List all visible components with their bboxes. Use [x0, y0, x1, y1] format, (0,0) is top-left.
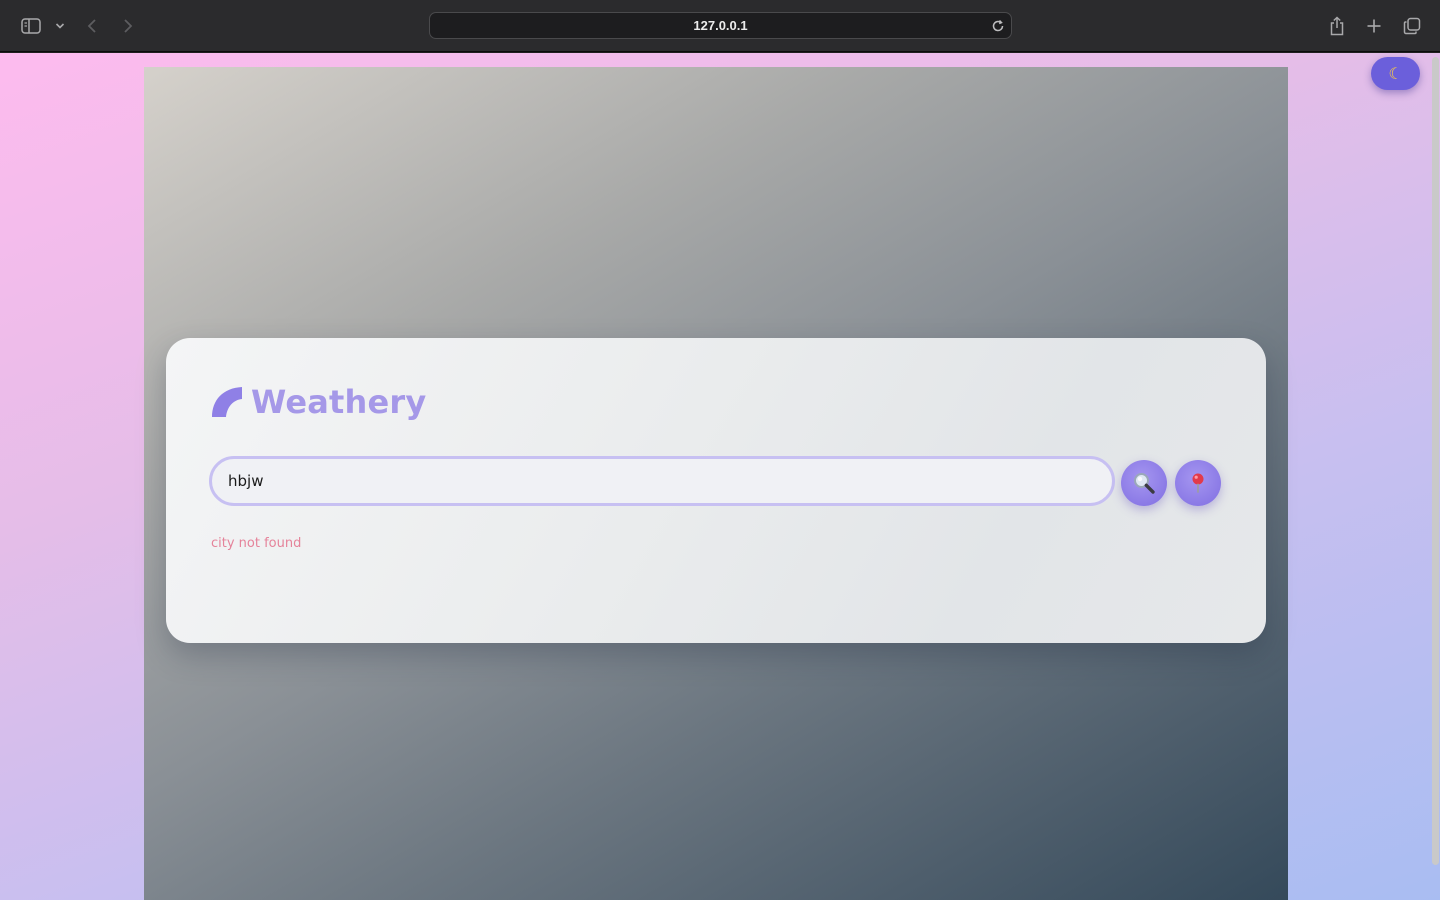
search-button[interactable]	[1121, 460, 1167, 506]
tab-overview-icon[interactable]	[1399, 13, 1425, 39]
forward-arrow-icon[interactable]	[118, 13, 138, 39]
moon-icon: ☾	[1388, 63, 1403, 83]
brand: Weathery	[211, 382, 426, 422]
address-bar[interactable]: 127.0.0.1	[429, 12, 1012, 39]
search-card: Weathery city not found	[166, 338, 1266, 643]
share-icon[interactable]	[1325, 13, 1349, 39]
scrollbar-thumb[interactable]	[1432, 57, 1439, 865]
brand-name: Weathery	[251, 383, 427, 421]
page-viewport: Weathery city not found ☾	[0, 53, 1440, 900]
location-button[interactable]	[1175, 460, 1221, 506]
city-search-input[interactable]	[209, 456, 1115, 506]
pin-icon	[1192, 473, 1204, 493]
new-tab-icon[interactable]	[1362, 13, 1386, 39]
leaf-logo-icon	[212, 387, 242, 417]
back-arrow-icon[interactable]	[82, 13, 102, 39]
magnifier-icon	[1134, 473, 1155, 494]
error-message: city not found	[211, 536, 302, 551]
url-text: 127.0.0.1	[693, 18, 748, 33]
browser-toolbar: 127.0.0.1	[0, 0, 1440, 52]
sidebar-toggle-icon[interactable]	[18, 13, 44, 39]
app-background: Weathery city not found	[144, 67, 1288, 900]
chevron-down-icon[interactable]	[52, 13, 68, 39]
reload-icon[interactable]	[990, 18, 1006, 34]
theme-toggle-button[interactable]: ☾	[1371, 57, 1420, 90]
